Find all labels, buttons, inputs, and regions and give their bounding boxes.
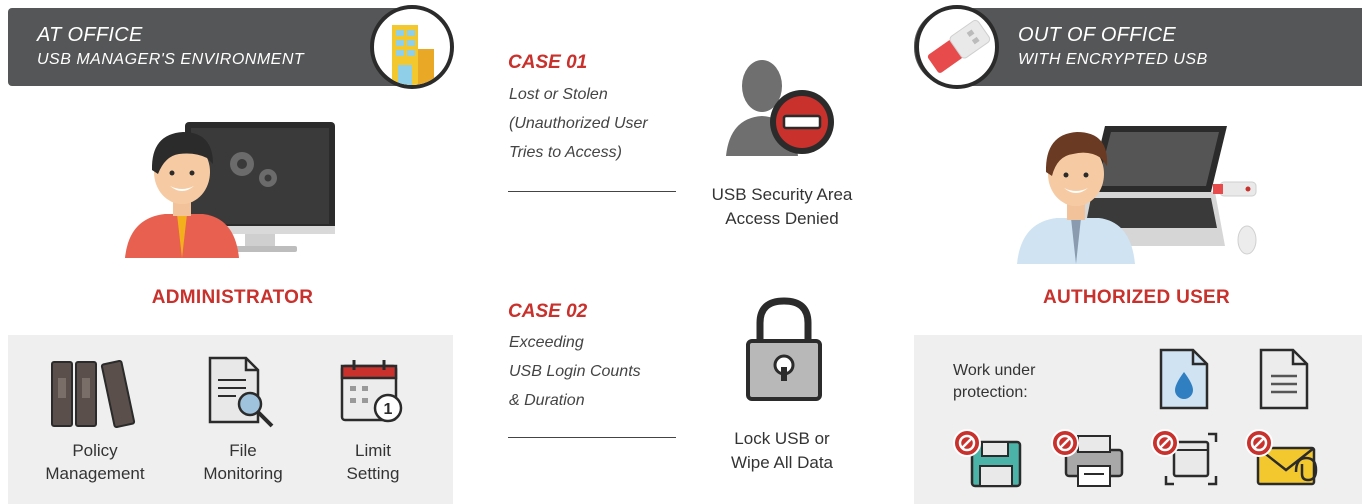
administrator-title: ADMINISTRATOR: [151, 287, 314, 308]
authorized-user-illustration: [1017, 126, 1257, 264]
case-desc-line: & Duration: [509, 392, 585, 409]
tool-label-line1: Limit: [355, 441, 391, 460]
work-label-line2: protection:: [953, 384, 1028, 401]
email-blocked-icon: [1245, 429, 1318, 486]
tool-policy-management: Policy Management: [30, 439, 160, 485]
save-disk-blocked-icon: [953, 429, 1022, 488]
administrator-illustration: [125, 122, 335, 258]
work-label-line1: Work under: [953, 362, 1036, 379]
case-result-line: USB Security Area: [711, 185, 853, 204]
usb-drive-icon: [915, 5, 999, 89]
calendar-limit-icon: 1: [340, 360, 403, 423]
access-denied-user-icon: [726, 60, 834, 156]
svg-text:1: 1: [384, 401, 393, 418]
out-of-office-banner-subtitle: WITH ENCRYPTED USB: [1018, 51, 1208, 68]
tool-label-line1: Policy: [72, 441, 118, 460]
tool-label-line2: Setting: [346, 464, 400, 483]
case-01-title: CASE 01: [508, 52, 588, 73]
tool-file-monitoring: File Monitoring: [178, 439, 308, 485]
case-01-result: USB Security Area Access Denied: [692, 183, 872, 231]
water-document-icon: [1159, 348, 1209, 410]
office-banner-subtitle: USB MANAGER'S ENVIRONMENT: [37, 51, 305, 68]
case-desc-line: Exceeding: [509, 334, 584, 351]
binders-icon: [51, 359, 136, 429]
text-document-icon: [1259, 348, 1309, 410]
padlock-icon: [746, 297, 822, 401]
work-under-protection-label: Work under protection:: [953, 360, 1035, 404]
office-building-icon: [370, 5, 454, 89]
case-02-result: Lock USB or Wipe All Data: [692, 427, 872, 475]
case-02-description: Exceeding USB Login Counts & Duration: [509, 328, 641, 415]
tool-limit-setting: Limit Setting: [308, 439, 438, 485]
authorized-user-title: AUTHORIZED USER: [1042, 287, 1231, 308]
case-desc-line: Lost or Stolen: [509, 86, 608, 103]
file-search-icon: [208, 356, 274, 428]
case-result-line: Wipe All Data: [730, 453, 834, 472]
printer-blocked-icon: [1051, 429, 1124, 487]
case-result-line: Lock USB or: [734, 429, 830, 448]
out-of-office-banner-title: OUT OF OFFICE: [1018, 24, 1176, 46]
tool-label-line1: File: [229, 441, 257, 460]
case-02-divider: [508, 437, 676, 438]
case-desc-line: Tries to Access): [509, 144, 622, 161]
screen-capture-blocked-icon: [1151, 429, 1218, 486]
case-01-description: Lost or Stolen (Unauthorized User Tries …: [509, 80, 648, 167]
case-01-divider: [508, 191, 676, 192]
office-banner-title: AT OFFICE: [37, 24, 143, 46]
tool-label-line2: Management: [45, 464, 145, 483]
case-desc-line: USB Login Counts: [509, 363, 641, 380]
case-02-title: CASE 02: [508, 301, 588, 322]
tool-label-line2: Monitoring: [203, 464, 283, 483]
case-result-line: Access Denied: [725, 209, 839, 228]
case-desc-line: (Unauthorized User: [509, 115, 648, 132]
